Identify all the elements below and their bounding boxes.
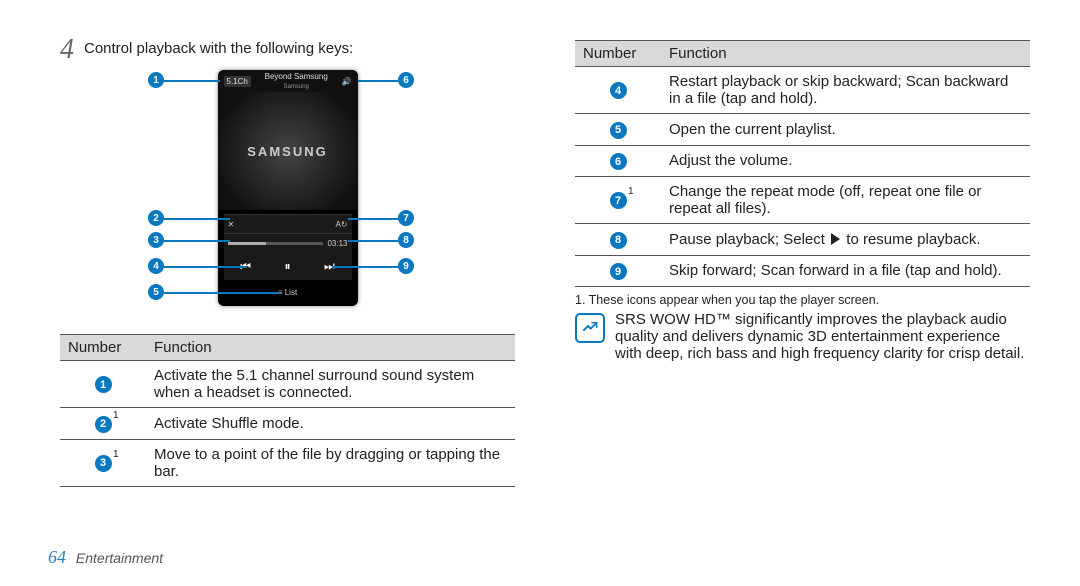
row-number-bubble: 8 (610, 232, 627, 249)
table-row: 71 Change the repeat mode (off, repeat o… (575, 177, 1030, 224)
table-row: 31 Move to a point of the file by draggi… (60, 439, 515, 486)
page-number: 64 (48, 547, 66, 567)
repeat-icon: A↻ (335, 220, 347, 229)
step-number: 4 (60, 36, 74, 64)
row-function-text: Activate Shuffle mode. (146, 408, 515, 440)
row-function-text: Move to a point of the file by dragging … (146, 439, 515, 486)
note-icon (575, 313, 605, 343)
callout-9: 9 (398, 258, 414, 274)
step-line: 4 Control playback with the following ke… (60, 40, 515, 64)
row-function-text: Pause playback; Select to resume playbac… (661, 224, 1030, 256)
track-title: Beyond Samsung (265, 72, 328, 81)
shuffle-icon: ✕ (228, 220, 235, 229)
callout-1: 1 (148, 72, 164, 88)
pause-icon: ⏸ (284, 259, 290, 274)
table-header-number: Number (575, 41, 661, 67)
table-row: 9 Skip forward; Scan forward in a file (… (575, 255, 1030, 287)
note-text: SRS WOW HD™ significantly improves the p… (615, 311, 1030, 362)
table-header-function: Function (661, 41, 1030, 67)
row-number-bubble: 9 (610, 263, 627, 280)
page-footer: 64 Entertainment (48, 547, 163, 568)
progress-bar (228, 242, 324, 245)
row-function-text: Change the repeat mode (off, repeat one … (661, 177, 1030, 224)
function-table-right: Number Function 4 Restart playback or sk… (575, 40, 1030, 287)
row-number-bubble: 4 (610, 82, 627, 99)
row-number-bubble: 1 (95, 376, 112, 393)
callout-8: 8 (398, 232, 414, 248)
table-row: 8 Pause playback; Select to resume playb… (575, 224, 1030, 256)
table-row: 1 Activate the 5.1 channel surround soun… (60, 361, 515, 408)
samsung-logo: SAMSUNG (247, 144, 327, 159)
callout-4: 4 (148, 258, 164, 274)
function-table-left: Number Function 1 Activate the 5.1 chann… (60, 334, 515, 487)
row-number-bubble: 71 (610, 192, 627, 209)
table-header-function: Function (146, 335, 515, 361)
row-number-bubble: 31 (95, 455, 112, 472)
section-name: Entertainment (76, 550, 163, 566)
row-number-bubble: 6 (610, 153, 627, 170)
row-function-text: Skip forward; Scan forward in a file (ta… (661, 255, 1030, 287)
surround-badge: 5.1Ch (224, 76, 251, 87)
row-number-bubble: 5 (610, 122, 627, 139)
note-box: SRS WOW HD™ significantly improves the p… (575, 311, 1030, 362)
callout-2: 2 (148, 210, 164, 226)
footnote: 1. These icons appear when you tap the p… (575, 293, 1030, 307)
callout-5: 5 (148, 284, 164, 300)
row-function-text: Restart playback or skip backward; Scan … (661, 67, 1030, 114)
callout-3: 3 (148, 232, 164, 248)
callout-7: 7 (398, 210, 414, 226)
row-number-bubble: 21 (95, 416, 112, 433)
step-text: Control playback with the following keys… (84, 40, 353, 57)
track-artist: Samsung (284, 84, 309, 90)
player-diagram: 5.1Ch Beyond Samsung Samsung 🔊 SAMSUNG ✕… (60, 70, 515, 320)
table-row: 4 Restart playback or skip backward; Sca… (575, 67, 1030, 114)
table-row: 21 Activate Shuffle mode. (60, 408, 515, 440)
row-function-text: Adjust the volume. (661, 145, 1030, 177)
table-row: 6 Adjust the volume. (575, 145, 1030, 177)
row-function-text: Activate the 5.1 channel surround sound … (146, 361, 515, 408)
play-icon (831, 233, 840, 245)
callout-6: 6 (398, 72, 414, 88)
row-function-text: Open the current playlist. (661, 114, 1030, 146)
volume-icon: 🔊 (342, 77, 352, 86)
table-row: 5 Open the current playlist. (575, 114, 1030, 146)
time-label: 03:13 (327, 239, 347, 248)
phone-mock: 5.1Ch Beyond Samsung Samsung 🔊 SAMSUNG ✕… (218, 70, 358, 306)
table-header-number: Number (60, 335, 146, 361)
